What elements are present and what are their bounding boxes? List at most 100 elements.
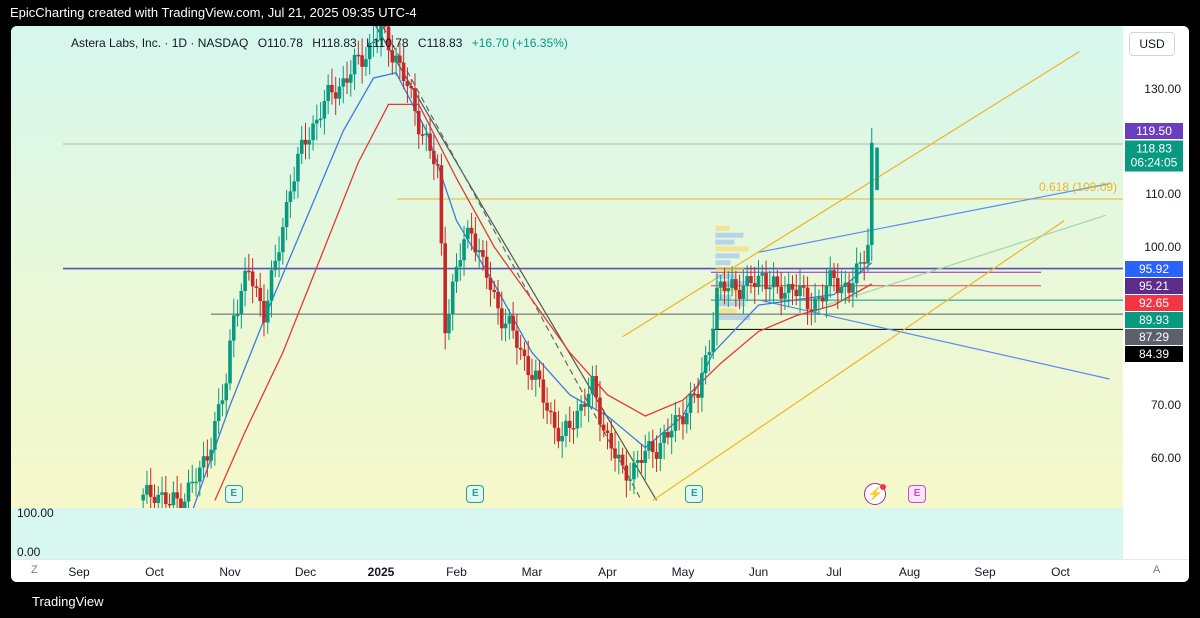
chart-caption: EpicCharting created with TradingView.co… [0, 0, 1200, 26]
candle-body-2 [148, 484, 153, 497]
candle-body-190 [858, 262, 863, 264]
candle-body-128 [624, 465, 629, 481]
earnings-marker-1[interactable]: E [466, 485, 485, 503]
candle-body-153 [718, 281, 723, 288]
candle-body-166 [768, 287, 772, 290]
price-tick-2: 100.00 [1144, 240, 1181, 254]
candle-body-177 [809, 309, 814, 312]
time-axis[interactable]: Z Sep Oct Nov Dec 2025 Feb Mar Apr May Jun Jul Aug S… [11, 559, 1189, 582]
indicator-pane[interactable]: 100.00 0.00 [11, 506, 1123, 566]
candle-body-9 [175, 492, 179, 499]
candle-body-87 [469, 227, 474, 234]
legend-high: H118.83 [312, 36, 357, 50]
candle-body-167 [771, 276, 776, 288]
candle-body-18 [209, 449, 213, 461]
candle-body-74 [420, 134, 425, 136]
candle-body-70 [405, 81, 410, 87]
candle-body-10 [179, 498, 183, 508]
candle-body-89 [477, 250, 481, 253]
candle-body-101 [522, 349, 527, 357]
candle-body-24 [231, 315, 236, 341]
price-label-value: 119.50 [1136, 124, 1172, 138]
candle-body-123 [605, 430, 610, 434]
candle-body-5 [160, 492, 164, 495]
candle-body-150 [707, 352, 712, 356]
legend-symbol: Astera Labs, Inc. · 1D · NASDAQ [71, 36, 249, 50]
candle-body-162 [752, 283, 757, 288]
candle-body-4 [156, 494, 161, 503]
time-tick-6: Mar [521, 565, 543, 579]
candle-body-140 [669, 430, 674, 438]
candle-body-55 [349, 74, 353, 83]
candle-body-139 [666, 431, 670, 438]
candle-body-32 [262, 301, 266, 323]
candle-body-97 [507, 315, 512, 324]
time-tick-5: Feb [446, 565, 467, 579]
price-label-7: 84.39 [1125, 346, 1183, 362]
candle-body-188 [851, 283, 855, 293]
candle-body-146 [692, 393, 697, 396]
candle-body-7 [167, 503, 172, 506]
price-pane[interactable]: Astera Labs, Inc. · 1D · NASDAQ O110.78 … [11, 26, 1123, 508]
candle-body-126 [617, 454, 621, 459]
candle-body-120 [594, 376, 598, 398]
candle-body-113 [567, 420, 572, 429]
auto-scale-button[interactable]: A [1153, 564, 1160, 576]
candle-body-90 [481, 250, 485, 257]
candle-body-168 [775, 276, 780, 287]
candle-body-148 [700, 373, 704, 398]
candle-body-19 [213, 421, 217, 450]
candle-body-66 [390, 50, 395, 63]
candle-body-58 [360, 55, 364, 67]
volume-profile-bar-4 [715, 253, 740, 259]
candle-body-127 [620, 454, 625, 466]
candle-body-72 [413, 88, 417, 111]
zoom-button[interactable]: Z [31, 564, 38, 576]
candle-body-64 [382, 26, 387, 27]
candle-body-136 [654, 452, 659, 459]
price-tick-4: 60.00 [1150, 451, 1181, 466]
candle-body-95 [500, 308, 504, 329]
earnings-marker-0[interactable]: E [224, 485, 243, 503]
price-chart-svg [63, 26, 1123, 508]
time-tick-9: Jun [748, 565, 769, 579]
candle-body-31 [258, 287, 262, 302]
candle-body-185 [839, 286, 844, 294]
candle-body-17 [205, 456, 210, 461]
candle-body-98 [511, 315, 515, 331]
price-tick-1: 110.00 [1145, 187, 1181, 202]
candle-body-184 [835, 278, 840, 294]
candle-body-59 [364, 59, 368, 67]
price-label-0: 119.50 [1125, 123, 1183, 139]
candle-body-33 [265, 300, 270, 323]
candle-body-161 [749, 275, 753, 284]
candle-body-163 [756, 275, 761, 288]
candle-body-6 [164, 492, 168, 504]
candle-body-79 [439, 165, 444, 244]
volume-profile-bar-1 [715, 232, 744, 238]
candle-body-156 [730, 279, 734, 289]
candle-body-14 [194, 481, 198, 484]
earnings-marker-2[interactable]: E [685, 485, 704, 503]
earnings-marker-3[interactable]: E [908, 485, 927, 503]
candle-body-125 [613, 448, 617, 459]
candle-body-71 [409, 86, 413, 89]
footer-brand: TradingView [0, 586, 1200, 618]
candle-body-92 [488, 277, 493, 290]
currency-button[interactable]: USD [1129, 32, 1175, 56]
candle-body-13 [190, 481, 195, 484]
price-label-value: 95.21 [1138, 279, 1170, 293]
candle-body-187 [847, 282, 851, 293]
candle-body-27 [243, 270, 247, 291]
candle-body-57 [356, 54, 361, 57]
candle-body-52 [337, 86, 342, 99]
volume-profile-bar-2 [715, 239, 735, 245]
candle-body-78 [435, 164, 440, 166]
candle-body-111 [560, 435, 564, 442]
candle-body-73 [416, 110, 421, 135]
candle-body-84 [458, 260, 463, 267]
volume-profile-bar-6 [715, 267, 745, 273]
candle-body-155 [726, 288, 731, 292]
chart-frame: Astera Labs, Inc. · 1D · NASDAQ O110.78 … [11, 26, 1189, 582]
candle-body-119 [590, 376, 595, 394]
